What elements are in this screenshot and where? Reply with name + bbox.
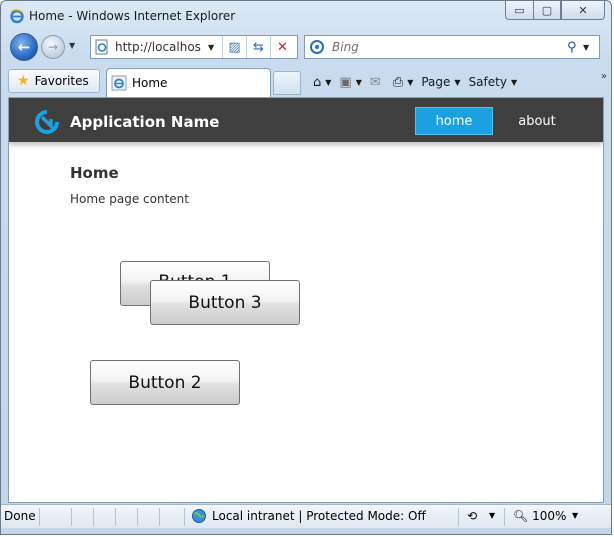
- zoom-icon: 🔍︎: [513, 509, 529, 523]
- status-divider: [71, 508, 72, 526]
- address-bar[interactable]: http://localhost: ▼ ▨ ⇆ ✕: [90, 35, 298, 59]
- search-box[interactable]: Bing ⚲ ▼: [304, 35, 600, 59]
- protected-mode-icon[interactable]: ⟲: [467, 509, 477, 523]
- toolbar-overflow-icon[interactable]: »: [601, 71, 607, 82]
- mail-icon: ✉: [369, 74, 381, 90]
- window-controls: ▭ ▢ ✕: [505, 1, 605, 20]
- app-name: Application Name: [70, 113, 220, 131]
- forward-button[interactable]: →: [41, 35, 65, 59]
- ie-page-icon: [111, 75, 127, 91]
- page-icon: [95, 39, 108, 55]
- nav-about-link[interactable]: about: [507, 107, 567, 135]
- button-2[interactable]: Button 2: [90, 360, 240, 405]
- zone-label: Local intranet | Protected Mode: Off: [212, 509, 426, 523]
- status-divider: [504, 508, 505, 526]
- tab-home[interactable]: Home: [106, 68, 271, 97]
- page-menu[interactable]: Page ▼: [421, 75, 460, 89]
- window-title: Home - Windows Internet Explorer: [29, 9, 236, 23]
- bing-logo-icon: [310, 40, 324, 54]
- star-icon: ★: [17, 73, 30, 89]
- status-divider: [159, 508, 160, 526]
- address-dropdown-icon[interactable]: ▼: [208, 43, 222, 52]
- minimize-button[interactable]: ▭: [505, 1, 533, 20]
- zoom-control[interactable]: 🔍︎ 100%: [513, 509, 566, 523]
- protected-mode-dropdown-icon[interactable]: ▼: [489, 511, 495, 520]
- new-tab-button[interactable]: [273, 71, 301, 95]
- globe-icon: [192, 509, 206, 523]
- status-divider: [184, 508, 185, 526]
- forward-arrow-icon: →: [47, 40, 59, 54]
- browser-window: Home - Windows Internet Explorer ▭ ▢ ✕ ←…: [0, 0, 612, 535]
- status-divider: [39, 508, 40, 526]
- navigation-bar: ← → ▼ http://localhost: ▼ ▨ ⇆ ✕ Bing ⚲ ▼: [1, 31, 611, 65]
- home-command[interactable]: ⌂ ▼: [313, 75, 331, 90]
- back-button[interactable]: ←: [10, 33, 38, 61]
- search-input[interactable]: Bing: [332, 40, 567, 54]
- compatibility-view-icon[interactable]: ▨: [222, 36, 246, 58]
- zoom-level: 100%: [532, 509, 567, 523]
- feeds-command[interactable]: ▣ ▼: [339, 75, 361, 90]
- safety-dropdown-icon: ▼: [510, 77, 518, 87]
- recent-pages-dropdown-icon[interactable]: ▼: [69, 41, 75, 50]
- status-divider: [93, 508, 94, 526]
- url-input[interactable]: http://localhost:: [115, 40, 201, 54]
- page-content-text: Home page content: [70, 192, 189, 206]
- status-divider: [458, 508, 459, 526]
- page-viewport: Application Name home about Home Home pa…: [8, 97, 604, 503]
- safety-menu[interactable]: Safety ▼: [469, 75, 518, 89]
- print-command[interactable]: ⎙ ▼: [393, 75, 414, 90]
- printer-icon: ⎙: [392, 74, 404, 90]
- back-arrow-icon: ←: [17, 38, 31, 56]
- tab-label: Home: [132, 76, 168, 90]
- tab-command-bar: ★ Favorites Home ⌂ ▼ ▣ ▼ ✉ ⎙ ▼ Page ▼ Sa…: [1, 65, 611, 97]
- safety-menu-label: Safety: [468, 75, 507, 89]
- title-bar: Home - Windows Internet Explorer ▭ ▢ ✕: [1, 1, 611, 31]
- status-bar: Done Local intranet | Protected Mode: Of…: [1, 504, 611, 528]
- page-dropdown-icon: ▼: [454, 77, 461, 87]
- print-dropdown-icon[interactable]: ▼: [407, 78, 413, 87]
- home-icon: ⌂: [313, 74, 322, 90]
- stop-icon[interactable]: ✕: [270, 36, 294, 58]
- refresh-icon[interactable]: ⇆: [246, 36, 270, 58]
- favorites-button[interactable]: ★ Favorites: [8, 69, 100, 93]
- favorites-label: Favorites: [34, 74, 89, 88]
- page-menu-label: Page: [421, 75, 451, 89]
- feeds-dropdown-icon[interactable]: ▼: [356, 78, 362, 87]
- ie-logo-icon: [10, 9, 24, 24]
- status-text: Done: [4, 509, 36, 523]
- mail-command[interactable]: ✉: [370, 75, 385, 90]
- nav-home-link[interactable]: home: [415, 107, 493, 135]
- maximize-button[interactable]: ▢: [533, 1, 561, 20]
- command-bar: ⌂ ▼ ▣ ▼ ✉ ⎙ ▼ Page ▼ Safety ▼: [313, 71, 525, 93]
- app-header: Application Name home about: [9, 98, 603, 142]
- security-zone[interactable]: Local intranet | Protected Mode: Off: [191, 508, 426, 524]
- home-dropdown-icon[interactable]: ▼: [325, 78, 331, 87]
- zoom-dropdown-icon[interactable]: ▼: [572, 511, 578, 520]
- search-icon[interactable]: ⚲: [567, 40, 583, 55]
- button-3[interactable]: Button 3: [150, 280, 300, 325]
- close-button[interactable]: ✕: [561, 1, 605, 20]
- rss-feed-icon: ▣: [339, 74, 352, 90]
- app-logo-icon: [35, 110, 59, 134]
- status-divider: [137, 508, 138, 526]
- status-divider: [115, 508, 116, 526]
- search-dropdown-icon[interactable]: ▼: [583, 43, 599, 52]
- page-title: Home: [70, 164, 119, 182]
